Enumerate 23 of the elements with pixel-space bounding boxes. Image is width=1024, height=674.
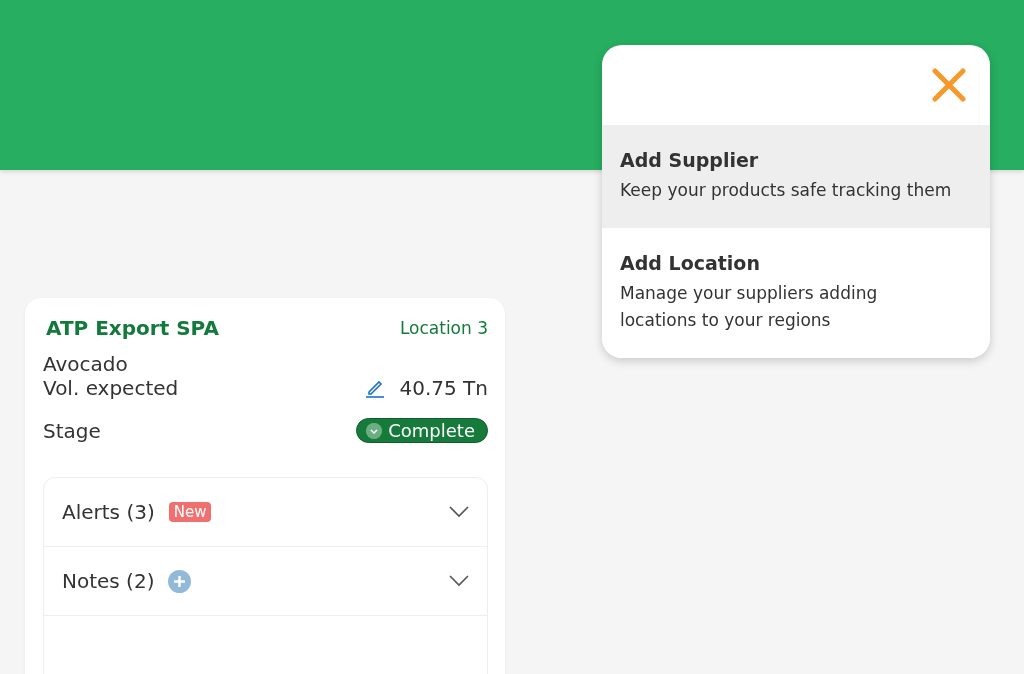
new-badge: New — [168, 502, 212, 522]
section-label: Alerts (3) — [62, 500, 155, 524]
menu-item-title: Add Supplier — [620, 149, 760, 171]
menu-item-title: Add Location — [620, 252, 761, 274]
edit-icon[interactable] — [365, 378, 386, 398]
section-label: Notes (2) — [62, 569, 155, 593]
stage-badge: Complete — [356, 418, 488, 443]
location-label: Location 3 — [399, 318, 488, 338]
accordion-header[interactable]: Notes (2) — [44, 547, 487, 616]
volume-value: 40.75 Tn — [399, 376, 488, 400]
menu-item[interactable]: Add Supplier Keep your products safe tracking them — [602, 125, 990, 228]
accordion-header[interactable]: Alerts (3) New — [44, 478, 487, 547]
volume-label: Vol. expected — [43, 376, 179, 400]
product-name: Avocado — [43, 352, 129, 376]
menu-item[interactable]: Add Location Manage your suppliers adding locations to your regions — [602, 228, 990, 358]
close-button[interactable] — [932, 68, 966, 102]
menu-item-description: Manage your suppliers adding locations to your regions — [620, 282, 879, 332]
stage-label: Stage — [43, 418, 101, 443]
add-icon[interactable] — [168, 569, 192, 593]
close-icon — [932, 68, 966, 102]
chevron-icon — [366, 422, 383, 439]
supplier-title: ATP Export SPA — [45, 316, 219, 340]
menu-item-description: Keep your products safe tracking them — [620, 179, 953, 202]
